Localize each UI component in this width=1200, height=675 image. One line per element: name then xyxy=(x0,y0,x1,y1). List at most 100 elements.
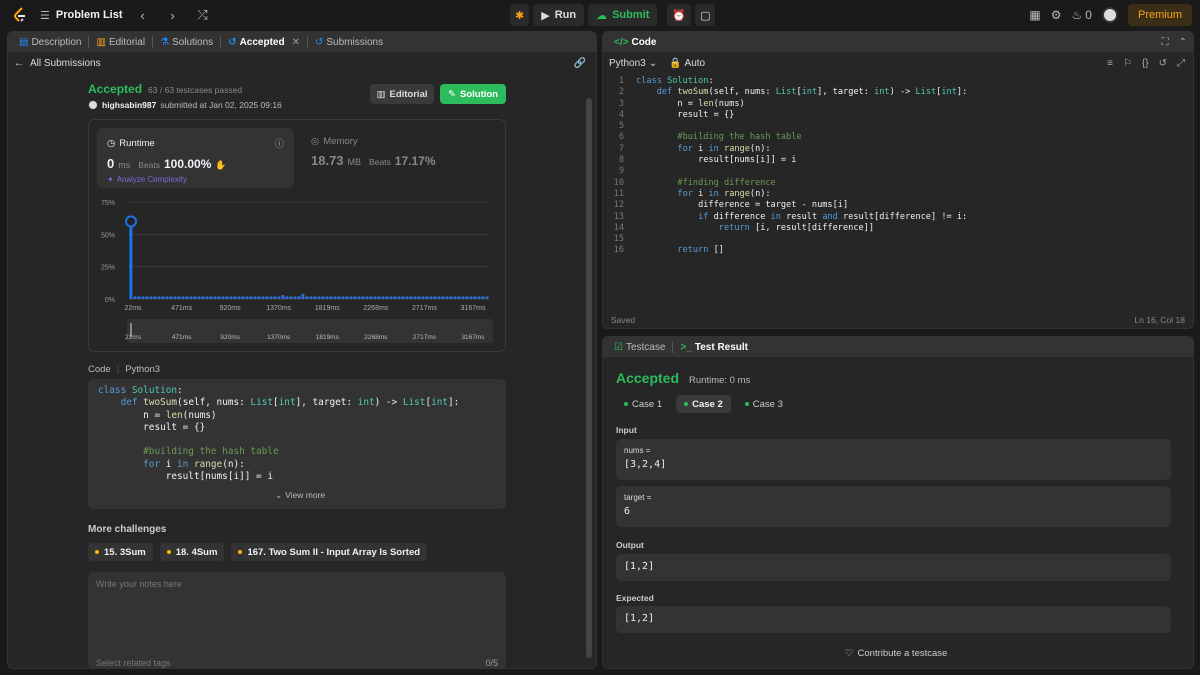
distribution-bar[interactable] xyxy=(405,296,409,299)
challenge-chip[interactable]: 15. 3Sum xyxy=(88,543,153,561)
tab-test-result[interactable]: >_ Test Result xyxy=(675,342,753,353)
distribution-bar[interactable] xyxy=(437,296,441,299)
distribution-bar[interactable] xyxy=(353,296,357,299)
distribution-bar[interactable] xyxy=(457,296,461,299)
distribution-bar[interactable] xyxy=(333,296,337,299)
distribution-bar[interactable] xyxy=(305,296,309,299)
code-line[interactable]: 9 xyxy=(603,166,1193,177)
chevron-right-icon[interactable]: › xyxy=(163,5,183,25)
settings-gear-icon[interactable]: ⚙ xyxy=(1051,8,1062,22)
problem-list-link[interactable]: ☰ Problem List xyxy=(40,9,123,22)
runtime-distribution-chart[interactable]: 75% 50% 25% 0% 22ms 471ms 920ms 1370ms 1819ms 226… xyxy=(89,192,507,347)
distribution-bar[interactable] xyxy=(373,296,377,299)
code-line[interactable]: 1 class Solution: xyxy=(603,76,1193,87)
distribution-bar[interactable] xyxy=(273,296,277,299)
tab-accepted[interactable]: ↺ Accepted ✕ xyxy=(223,37,305,48)
distribution-bar[interactable] xyxy=(217,296,221,299)
distribution-bar[interactable] xyxy=(485,296,489,299)
scrollbar[interactable] xyxy=(586,98,592,658)
case-tab[interactable]: Case 3 xyxy=(737,395,791,413)
distribution-bar[interactable] xyxy=(301,293,305,299)
distribution-bar[interactable] xyxy=(233,296,237,299)
distribution-bar[interactable] xyxy=(285,296,289,299)
distribution-bar[interactable] xyxy=(429,296,433,299)
tab-testcase[interactable]: ☑ Testcase xyxy=(609,342,670,353)
code-line[interactable]: 14 return [i, result[difference]] xyxy=(603,223,1193,234)
distribution-bar[interactable] xyxy=(357,296,361,299)
streak-counter[interactable]: ♨ 0 xyxy=(1072,8,1092,22)
code-editor[interactable]: 1 class Solution: 2 def twoSum(self, nums:… xyxy=(603,76,1193,257)
chevron-left-icon[interactable]: ‹ xyxy=(133,5,153,25)
distribution-bar[interactable] xyxy=(361,296,365,299)
distribution-bar[interactable] xyxy=(209,296,213,299)
solution-button[interactable]: ✎ Solution xyxy=(440,84,506,104)
tab-description[interactable]: ▤ Description xyxy=(14,37,86,48)
distribution-bar[interactable] xyxy=(197,296,201,299)
timer-button[interactable]: ⏰ xyxy=(667,4,692,26)
distribution-bar[interactable] xyxy=(481,296,485,299)
tab-solutions[interactable]: ⚗ Solutions xyxy=(155,37,218,48)
distribution-bar[interactable] xyxy=(229,296,233,299)
format-icon[interactable]: ≡ xyxy=(1107,58,1113,69)
distribution-bar[interactable] xyxy=(345,296,349,299)
tab-code[interactable]: </> Code xyxy=(609,37,661,48)
distribution-bar[interactable] xyxy=(289,296,293,299)
distribution-bar[interactable] xyxy=(321,296,325,299)
distribution-bar[interactable] xyxy=(241,296,245,299)
distribution-bar[interactable] xyxy=(365,296,369,299)
distribution-bar[interactable] xyxy=(389,296,393,299)
distribution-bar[interactable] xyxy=(189,296,193,299)
distribution-bar[interactable] xyxy=(341,296,345,299)
distribution-bar[interactable] xyxy=(421,296,425,299)
runtime-box[interactable]: ◷ Runtime ⓘ 0 ms Beats 100.00% ✋ ✦ Analyz… xyxy=(97,128,294,188)
distribution-bar[interactable] xyxy=(409,296,413,299)
analyze-complexity-link[interactable]: ✦ Analyze Complexity xyxy=(107,175,284,184)
code-line[interactable]: 7 for i in range(n): xyxy=(603,144,1193,155)
view-more-button[interactable]: ⌄ View more xyxy=(275,490,325,501)
editorial-button[interactable]: ▥ Editorial xyxy=(370,84,434,104)
distribution-bar[interactable] xyxy=(369,296,373,299)
distribution-bar[interactable] xyxy=(329,296,333,299)
code-line[interactable]: 6 #building the hash table xyxy=(603,132,1193,143)
distribution-bar[interactable] xyxy=(377,296,381,299)
link-icon[interactable]: 🔗 xyxy=(574,58,586,69)
memory-box[interactable]: ◎ Memory 18.73 MB Beats 17.17% xyxy=(311,136,436,168)
fullscreen-icon[interactable]: ⛶ xyxy=(1162,37,1169,48)
distribution-bar[interactable] xyxy=(133,296,137,299)
distribution-bar[interactable] xyxy=(309,296,313,299)
distribution-bar[interactable] xyxy=(169,296,173,299)
code-line[interactable]: 3 n = len(nums) xyxy=(603,99,1193,110)
close-icon[interactable]: ✕ xyxy=(292,37,300,48)
tags-placeholder[interactable]: Select related tags xyxy=(96,658,171,668)
distribution-bar[interactable] xyxy=(145,296,149,299)
all-submissions-link[interactable]: All Submissions xyxy=(30,58,101,69)
distribution-bar[interactable] xyxy=(245,296,249,299)
distribution-bar[interactable] xyxy=(185,296,189,299)
distribution-bar[interactable] xyxy=(441,296,445,299)
code-line[interactable]: 10 #finding difference xyxy=(603,178,1193,189)
code-line[interactable]: 5 xyxy=(603,121,1193,132)
distribution-bar[interactable] xyxy=(381,296,385,299)
language-select[interactable]: Python3 ⌄ xyxy=(609,58,657,69)
distribution-bar[interactable] xyxy=(473,296,477,299)
leetcode-logo-icon[interactable] xyxy=(10,5,30,25)
tab-submissions[interactable]: ↺ Submissions xyxy=(310,37,388,48)
distribution-bar[interactable] xyxy=(265,296,269,299)
shuffle-icon[interactable]: ⤮ xyxy=(193,5,213,25)
challenge-chip[interactable]: 167. Two Sum II - Input Array Is Sorted xyxy=(231,543,428,561)
auto-toggle[interactable]: 🔒 Auto xyxy=(669,58,705,69)
distribution-bar[interactable] xyxy=(161,296,165,299)
distribution-bar[interactable] xyxy=(225,296,229,299)
distribution-bar[interactable] xyxy=(177,296,181,299)
distribution-bar[interactable] xyxy=(317,296,321,299)
distribution-bar[interactable] xyxy=(237,296,241,299)
distribution-bar[interactable] xyxy=(425,296,429,299)
distribution-bar[interactable] xyxy=(325,296,329,299)
submitter-username[interactable]: highsabin987 xyxy=(102,100,156,110)
distribution-bar[interactable] xyxy=(453,296,457,299)
user-avatar[interactable] xyxy=(1101,7,1118,23)
distribution-bar[interactable] xyxy=(465,296,469,299)
code-line[interactable]: 13 if difference in result and result[di… xyxy=(603,212,1193,223)
distribution-bar[interactable] xyxy=(181,296,185,299)
distribution-bar[interactable] xyxy=(401,296,405,299)
